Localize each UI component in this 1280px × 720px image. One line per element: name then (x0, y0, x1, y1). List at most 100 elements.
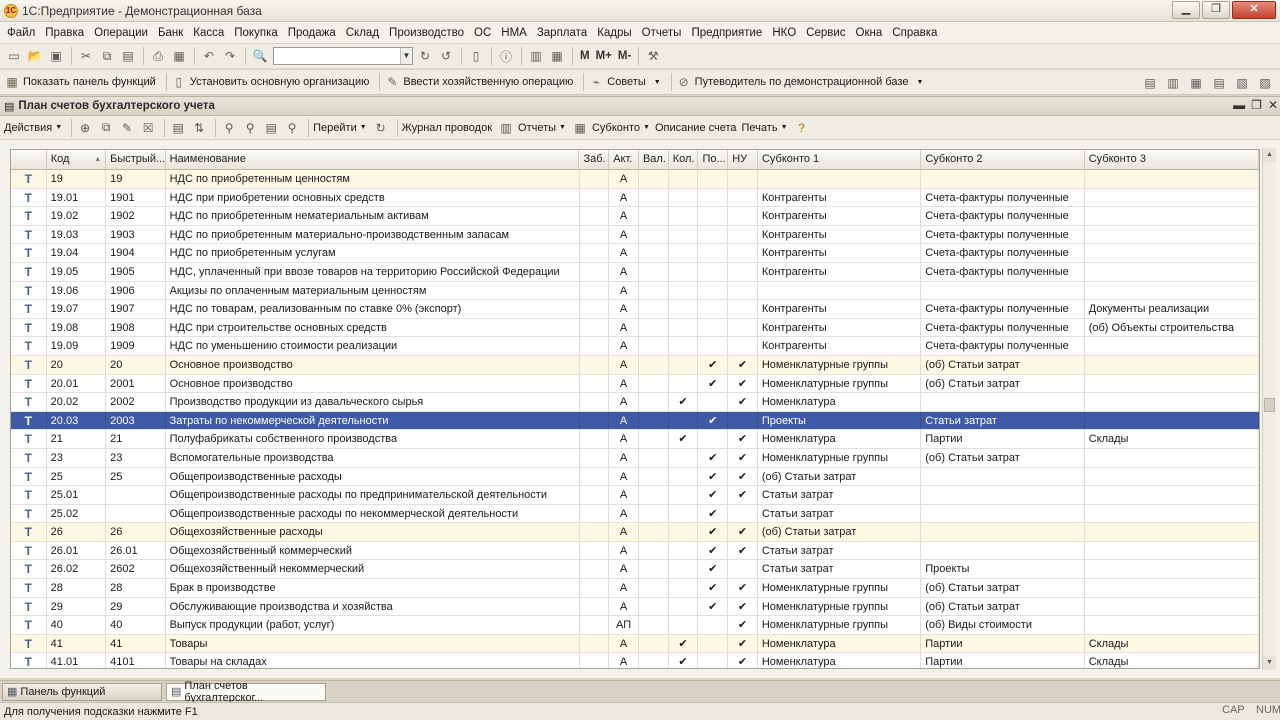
filter-value-icon[interactable]: ⚲ (241, 119, 259, 137)
column-header[interactable]: Субконто 3 (1085, 150, 1259, 169)
undo-icon[interactable]: ↶ (199, 46, 219, 66)
tips-button[interactable]: ⌁ Советы ▼ (588, 74, 661, 90)
table-row[interactable]: Т 21 21 Полуфабрикаты собственного производ… (11, 430, 1259, 449)
subkonto-menu[interactable]: ▦ Субконто ▼ (571, 119, 650, 137)
calculator-icon[interactable]: ▥ (526, 46, 546, 66)
print-preview-icon[interactable]: ▦ (169, 46, 189, 66)
column-header[interactable] (11, 150, 47, 169)
menu-item[interactable]: Сервис (801, 27, 850, 39)
scroll-thumb[interactable] (1264, 398, 1275, 412)
table-row[interactable]: Т 19.03 1903 НДС по приобретенным материаль… (11, 225, 1259, 245)
menu-item[interactable]: Банк (153, 27, 188, 39)
actions-menu[interactable]: Действия ▼ (4, 122, 62, 134)
column-header[interactable]: Быстрый... (106, 150, 166, 169)
table-row[interactable]: Т 19.04 1904 НДС по приобретенным услугам А К… (11, 244, 1259, 263)
report-icon[interactable]: ▧ (1232, 73, 1252, 93)
column-header[interactable]: Наименование (166, 150, 580, 169)
table-icon[interactable]: ▦ (1186, 73, 1206, 93)
document-icon[interactable]: ▯ (466, 46, 486, 66)
refresh-icon[interactable]: ↻ (372, 119, 390, 137)
journal-icon[interactable]: ▥ (1163, 73, 1183, 93)
guide-button[interactable]: ⊘ Путеводитель по демонстрационной базе ▼ (676, 74, 924, 90)
info-icon[interactable]: ⓘ (496, 46, 516, 66)
table-row[interactable]: Т 28 28 Брак в производстве А ✔ ✔ Номенклатурны… (11, 579, 1259, 598)
table-row[interactable]: Т 25 25 Общепроизводственные расходы А ✔ ✔ (об)… (11, 467, 1259, 487)
minimize-button[interactable]: ▁ (1172, 1, 1200, 19)
menu-item[interactable]: Производство (384, 27, 469, 39)
task-function-panel[interactable]: ▦ Панель функций (2, 682, 162, 701)
tools-icon[interactable]: ⚒ (643, 46, 663, 66)
filter-clear-icon[interactable]: ⚲ (283, 119, 301, 137)
table-row[interactable]: Т 41 41 Товары А ✔ ✔ Номенклатура Партии Склады (11, 634, 1259, 654)
column-header[interactable]: По... (698, 150, 729, 169)
column-header[interactable]: Субконто 1 (758, 150, 922, 169)
copy-row-icon[interactable]: ⧉ (97, 119, 115, 137)
copy-icon[interactable]: ⧉ (97, 46, 117, 66)
set-organization-button[interactable]: ▯ Установить основную организацию (171, 74, 370, 90)
edit-icon[interactable]: ✎ (118, 119, 136, 137)
menu-item[interactable]: Кадры (592, 27, 636, 39)
open-folder-icon[interactable]: 📂 (25, 46, 45, 66)
help-icon[interactable]: ? (793, 119, 811, 137)
description-button[interactable]: Описание счета (655, 122, 737, 134)
table-row[interactable]: Т 26 26 Общехозяйственные расходы А ✔ ✔ (об) Ст… (11, 523, 1259, 542)
column-header[interactable]: Акт. (609, 150, 639, 169)
doc-close-button[interactable]: ✕ (1268, 98, 1278, 112)
column-header[interactable]: Субконто 2 (921, 150, 1085, 169)
table-row[interactable]: Т 20.01 2001 Основное производство А ✔ ✔ Номенк… (11, 374, 1259, 394)
table-row[interactable]: Т 41.01 4101 Товары на складах А ✔ ✔ Номенклату… (11, 653, 1259, 668)
memory-button[interactable]: M (580, 50, 590, 62)
table-row[interactable]: Т 29 29 Обслуживающие производства и хозяйс… (11, 597, 1259, 617)
scroll-up-icon[interactable]: ▲ (1263, 148, 1276, 162)
memory-plus-button[interactable]: M+ (596, 50, 612, 62)
find-prev-icon[interactable]: ↺ (436, 46, 456, 66)
column-header[interactable]: Кол. (669, 150, 699, 169)
column-header[interactable]: Заб. (579, 150, 610, 169)
print-menu[interactable]: Печать ▼ (742, 122, 788, 134)
goto-menu[interactable]: Перейти ▼ (313, 122, 367, 134)
menu-item[interactable]: ОС (469, 27, 496, 39)
new-document-icon[interactable]: ▭ (4, 46, 24, 66)
search-icon[interactable]: 🔍 (250, 46, 270, 66)
chart-of-accounts-icon[interactable]: ▤ (1140, 73, 1160, 93)
table-row[interactable]: Т 23 23 Вспомогательные производства А ✔ ✔ Номе… (11, 448, 1259, 468)
table-row[interactable]: Т 19.02 1902 НДС по приобретенным нематериа… (11, 207, 1259, 226)
chevron-down-icon[interactable]: ▼ (400, 48, 412, 64)
close-button[interactable]: ✕ (1232, 1, 1276, 19)
menu-item[interactable]: Предприятие (686, 27, 767, 39)
add-icon[interactable]: ⊕ (76, 119, 94, 137)
move-icon[interactable]: ⇅ (190, 119, 208, 137)
print-icon[interactable]: ⎙ (148, 46, 168, 66)
menu-item[interactable]: Правка (40, 27, 89, 39)
table-row[interactable]: Т 19.08 1908 НДС при строительстве основных… (11, 318, 1259, 338)
table-row[interactable]: Т 20.02 2002 Производство продукции из дава… (11, 393, 1259, 412)
menu-item[interactable]: Файл (2, 27, 40, 39)
table-row[interactable]: Т 25.02 Общепроизводственные расходы по не… (11, 504, 1259, 524)
doc-minimize-button[interactable]: ▬ (1233, 98, 1245, 112)
menu-item[interactable]: Операции (89, 27, 153, 39)
menu-item[interactable]: НМА (496, 27, 532, 39)
find-next-icon[interactable]: ↻ (415, 46, 435, 66)
menu-item[interactable]: Касса (188, 27, 229, 39)
column-header[interactable]: НУ (728, 150, 758, 169)
scroll-down-icon[interactable]: ▼ (1263, 656, 1276, 670)
delete-icon[interactable]: ☒ (139, 119, 157, 137)
table-row[interactable]: Т 19 19 НДС по приобретенным ценностям А (11, 170, 1259, 189)
enter-operation-button[interactable]: ✎ Ввести хозяйственную операцию (384, 74, 573, 90)
table-row[interactable]: Т 19.07 1907 НДС по товарам, реализованным … (11, 300, 1259, 319)
export-icon[interactable]: ▨ (1255, 73, 1275, 93)
save-icon[interactable]: ▣ (46, 46, 66, 66)
calendar-icon[interactable]: ▦ (547, 46, 567, 66)
column-header[interactable]: Код (47, 150, 107, 169)
menu-item[interactable]: Склад (341, 27, 384, 39)
hierarchy-icon[interactable]: ▤ (169, 119, 187, 137)
register-icon[interactable]: ▤ (1209, 73, 1229, 93)
menu-item[interactable]: Зарплата (532, 27, 592, 39)
maximize-button[interactable]: ❐ (1202, 1, 1230, 19)
paste-icon[interactable]: ▤ (118, 46, 138, 66)
memory-minus-button[interactable]: M- (618, 50, 631, 62)
table-row[interactable]: Т 25.01 Общепроизводственные расходы по пр… (11, 486, 1259, 505)
filter-icon[interactable]: ⚲ (220, 119, 238, 137)
show-panel-button[interactable]: ▦ Показать панель функций (4, 74, 156, 90)
cut-icon[interactable]: ✂ (76, 46, 96, 66)
